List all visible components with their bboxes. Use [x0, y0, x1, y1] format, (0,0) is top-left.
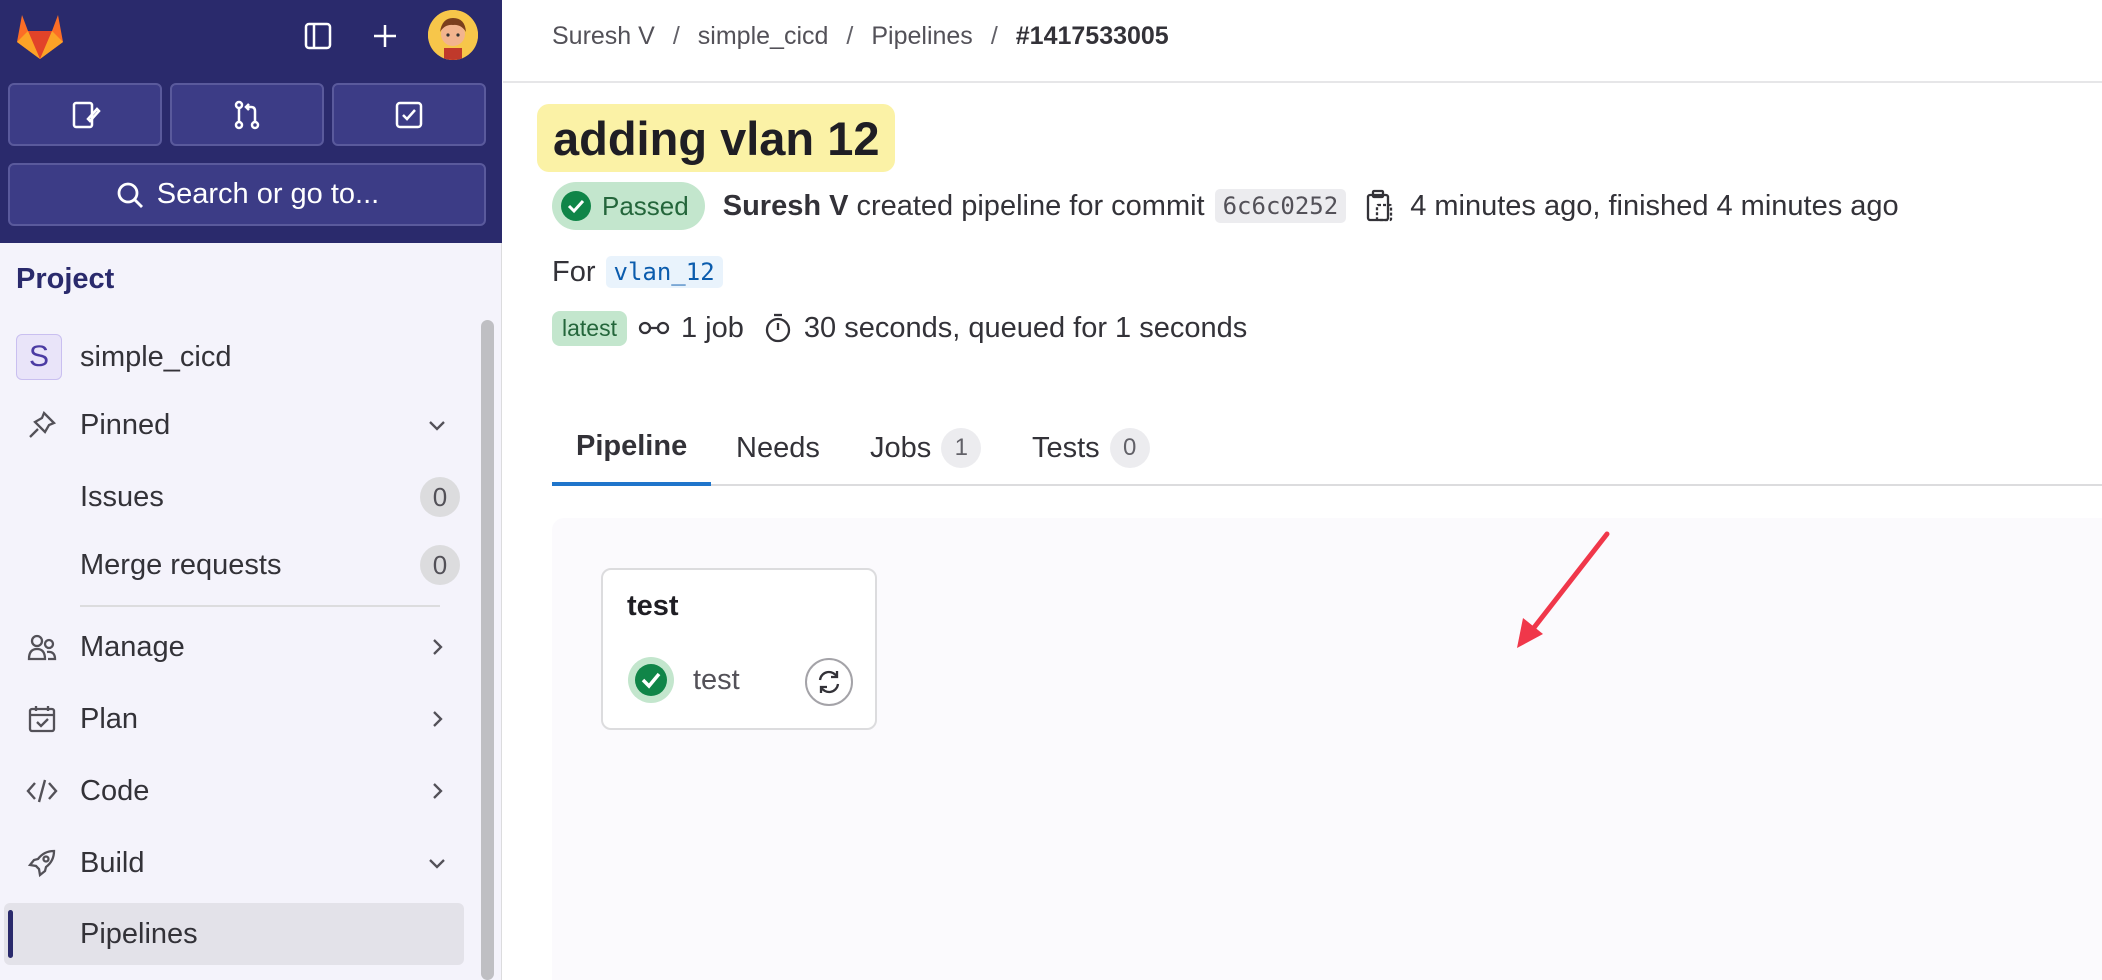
- merge-requests-shortcut-button[interactable]: [170, 83, 324, 146]
- chevron-down-icon: [424, 850, 450, 876]
- breadcrumb-item-user[interactable]: Suresh V: [552, 22, 655, 51]
- sidebar-divider: [80, 605, 440, 607]
- users-icon: [24, 629, 60, 665]
- sidebar-item-label: Pinned: [80, 408, 171, 441]
- job-name: test: [693, 663, 740, 696]
- todo-icon: [395, 101, 423, 128]
- pipeline-tabs: Pipeline Needs Jobs 1 Tests 0: [552, 410, 2102, 486]
- sidebar-item-label: Build: [80, 846, 145, 879]
- action-text: created pipeline for commit: [856, 189, 1205, 222]
- sidebar-header: Search or go to...: [0, 0, 502, 243]
- search-button[interactable]: Search or go to...: [8, 163, 486, 226]
- branch-ref-link[interactable]: vlan_12: [605, 256, 723, 288]
- sidebar-scrollbar-thumb[interactable]: [481, 320, 494, 980]
- sidebar-toggle-icon[interactable]: [296, 14, 340, 58]
- chevron-down-icon: [424, 412, 450, 438]
- commit-sha-link[interactable]: 6c6c0252: [1214, 189, 1347, 223]
- for-label: For: [552, 255, 596, 288]
- annotation-arrow-icon: [1517, 531, 1610, 648]
- merge-requests-count-badge: 0: [420, 545, 460, 585]
- merge-request-icon: [234, 100, 260, 129]
- issues-shortcut-button[interactable]: [8, 83, 162, 146]
- sidebar-item-label: simple_cicd: [80, 340, 232, 373]
- sidebar-item-label: Code: [80, 774, 150, 807]
- retry-icon: [818, 670, 840, 694]
- sidebar: Search or go to... Project S simple_cicd…: [0, 0, 502, 980]
- copy-clipboard-icon[interactable]: [1364, 189, 1394, 223]
- main-content: Suresh V / simple_cicd / Pipelines / #14…: [503, 0, 2102, 980]
- pipeline-summary: Passed Suresh V created pipeline for com…: [552, 182, 1899, 230]
- tab-tests[interactable]: Tests 0: [1032, 410, 1150, 486]
- chevron-right-icon: [424, 778, 450, 804]
- chevron-right-icon: [424, 706, 450, 732]
- code-icon: [24, 773, 60, 809]
- sidebar-item-pinned[interactable]: Pinned: [8, 394, 464, 456]
- sidebar-item-code[interactable]: Code: [8, 760, 464, 822]
- latest-badge: latest: [552, 310, 627, 346]
- project-avatar: S: [16, 334, 62, 380]
- header-divider: [503, 81, 2102, 83]
- sidebar-item-issues[interactable]: Issues 0: [8, 466, 464, 528]
- breadcrumb-separator: /: [672, 22, 680, 50]
- jobs-count-text: 1 job: [680, 311, 744, 344]
- author-link[interactable]: Suresh V: [723, 190, 849, 223]
- breadcrumb-separator: /: [990, 22, 998, 50]
- pipeline-icon: [638, 321, 670, 335]
- plus-icon[interactable]: [363, 14, 407, 58]
- sidebar-item-pipelines[interactable]: Pipelines: [8, 903, 464, 965]
- breadcrumb-item-pipelines[interactable]: Pipelines: [871, 22, 972, 51]
- sidebar-item-manage[interactable]: Manage: [8, 616, 464, 678]
- sidebar-item-label: Plan: [80, 702, 139, 735]
- sidebar-item-plan[interactable]: Plan: [8, 688, 464, 750]
- issues-icon: [72, 101, 101, 128]
- sidebar-item-label: Pipelines: [80, 917, 198, 950]
- search-icon: [117, 182, 143, 208]
- tab-jobs[interactable]: Jobs 1: [870, 410, 982, 486]
- job-item[interactable]: test: [627, 656, 740, 704]
- stage-card: test test: [601, 568, 877, 730]
- gitlab-logo-icon[interactable]: [13, 11, 67, 61]
- breadcrumb-item-current[interactable]: #1417533005: [1016, 22, 1169, 51]
- tab-count-badge: 1: [941, 428, 982, 468]
- sidebar-item-project[interactable]: S simple_cicd: [8, 326, 464, 388]
- timer-icon: [765, 313, 791, 343]
- stage-title: test: [627, 590, 679, 622]
- user-avatar[interactable]: [428, 10, 478, 60]
- pin-icon: [24, 407, 60, 443]
- tab-label: Tests: [1032, 431, 1100, 464]
- issues-count-badge: 0: [420, 477, 460, 517]
- breadcrumb-item-project[interactable]: simple_cicd: [698, 22, 829, 51]
- sidebar-section-title: Project: [16, 263, 115, 295]
- duration-text: 30 seconds, queued for 1 seconds: [803, 311, 1248, 344]
- ref-row: For vlan_12: [552, 252, 723, 292]
- check-circle-icon: [561, 191, 591, 221]
- page-title: adding vlan 12: [537, 104, 896, 172]
- sidebar-item-merge-requests[interactable]: Merge requests 0: [8, 534, 464, 596]
- job-success-icon: [628, 657, 674, 703]
- sidebar-item-label: Merge requests: [80, 548, 282, 581]
- retry-job-button[interactable]: [805, 658, 853, 706]
- status-badge[interactable]: Passed: [552, 182, 705, 230]
- tab-count-badge: 0: [1109, 428, 1150, 468]
- pipeline-meta: latest 1 job 30 seconds, queued for 1 se…: [552, 308, 1247, 348]
- rocket-icon: [24, 845, 60, 881]
- tab-label: Needs: [736, 431, 820, 464]
- tab-label: Pipeline: [576, 429, 688, 462]
- pipeline-graph: test test: [552, 518, 2102, 980]
- status-label: Passed: [602, 190, 689, 221]
- search-label: Search or go to...: [156, 178, 380, 210]
- tab-pipeline[interactable]: Pipeline: [552, 410, 712, 486]
- todos-shortcut-button[interactable]: [332, 83, 486, 146]
- sidebar-item-label: Issues: [80, 480, 164, 513]
- sidebar-item-label: Manage: [80, 630, 185, 663]
- breadcrumb: Suresh V / simple_cicd / Pipelines / #14…: [552, 22, 1169, 51]
- sidebar-item-build[interactable]: Build: [8, 832, 464, 894]
- tab-label: Jobs: [870, 431, 932, 464]
- tab-needs[interactable]: Needs: [736, 410, 820, 486]
- time-text: 4 minutes ago, finished 4 minutes ago: [1410, 189, 1899, 222]
- chevron-right-icon: [424, 634, 450, 660]
- breadcrumb-separator: /: [846, 22, 854, 50]
- calendar-icon: [24, 701, 60, 737]
